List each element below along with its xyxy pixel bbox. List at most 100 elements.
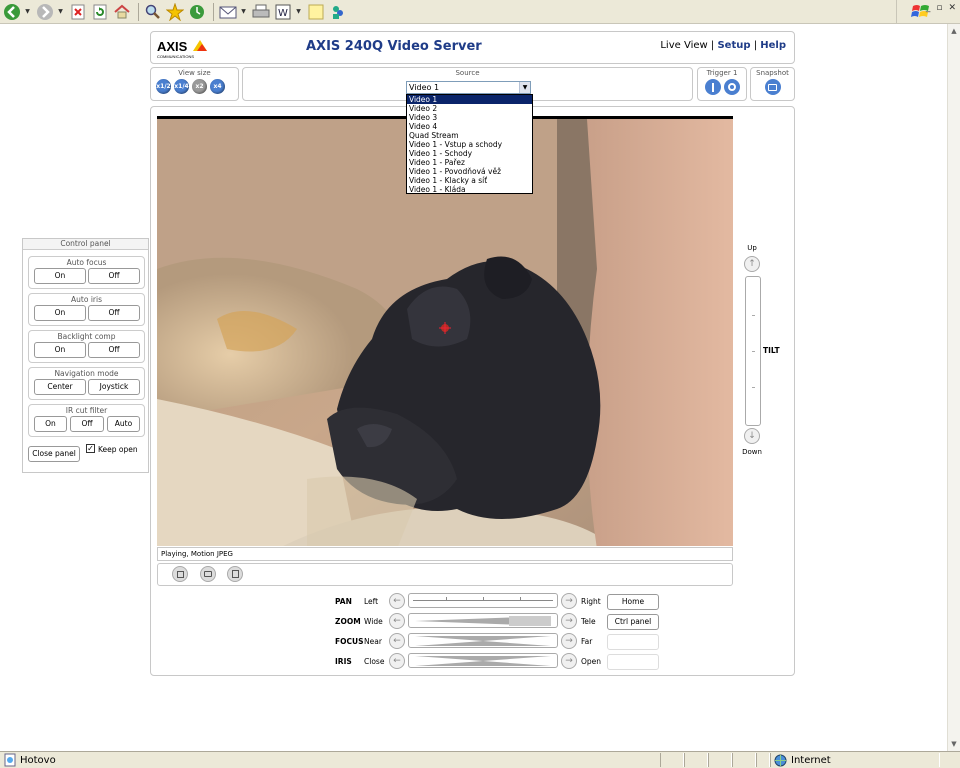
empty-button [607, 654, 659, 670]
zoom-tele-icon[interactable]: → [561, 613, 577, 629]
focus-near-icon[interactable]: ← [389, 633, 405, 649]
view-size-quarter-button[interactable]: x1/4 [174, 79, 189, 94]
center-button[interactable]: Center [34, 379, 86, 395]
chevron-down-icon[interactable]: ▼ [519, 82, 530, 93]
view-size-x2-button[interactable]: x2 [192, 79, 207, 94]
mail-dropdown-icon[interactable]: ▼ [240, 8, 247, 15]
tilt-up-label: Up [747, 244, 757, 252]
logo-text: AXIS [157, 39, 188, 54]
source-option[interactable]: Video 1 - Kláda [407, 185, 532, 194]
back-icon[interactable] [2, 2, 22, 22]
joystick-button[interactable]: Joystick [88, 379, 140, 395]
snapshot-icon[interactable] [200, 566, 216, 582]
source-select[interactable]: Video 1 ▼ [406, 81, 531, 94]
source-option[interactable]: Video 1 [407, 95, 532, 104]
close-panel-button[interactable]: Close panel [28, 446, 80, 462]
nav-live-view[interactable]: Live View [660, 40, 707, 51]
source-option[interactable]: Video 3 [407, 113, 532, 122]
status-cell [708, 753, 732, 767]
auto-iris-off-button[interactable]: Off [88, 305, 140, 321]
zoom-label: ZOOM [335, 617, 361, 626]
record-icon[interactable] [227, 566, 243, 582]
ir-on-button[interactable]: On [34, 416, 67, 432]
trigger-off-icon[interactable] [723, 79, 740, 95]
ir-cut-filter-group: IR cut filter On Off Auto [28, 404, 145, 437]
status-cell [660, 753, 684, 767]
source-option[interactable]: Video 1 - Klacky a síť [407, 176, 532, 185]
empty-button [607, 634, 659, 650]
focus-far-icon[interactable]: → [561, 633, 577, 649]
focus-far-label: Far [581, 637, 593, 646]
pan-slider[interactable] [408, 593, 558, 608]
keep-open-checkbox[interactable]: ✓ [86, 444, 95, 453]
trigger-panel: Trigger 1 [697, 67, 747, 101]
source-label: Source [455, 69, 480, 77]
source-option[interactable]: Quad Stream [407, 131, 532, 140]
iris-open-label: Open [581, 657, 602, 666]
zoom-tele-label: Tele [581, 617, 596, 626]
pan-right-icon[interactable]: → [561, 593, 577, 609]
minimize-icon[interactable]: _ [926, 3, 931, 13]
navigation-mode-title: Navigation mode [54, 369, 119, 378]
close-icon[interactable]: ✕ [948, 3, 956, 13]
ctrl-panel-button[interactable]: Ctrl panel [607, 614, 659, 630]
view-size-x4-button[interactable]: x4 [210, 79, 225, 94]
search-icon[interactable] [143, 2, 163, 22]
trigger-on-icon[interactable] [704, 79, 721, 95]
home-icon[interactable] [112, 2, 132, 22]
auto-focus-group: Auto focus On Off [28, 256, 145, 289]
forward-icon[interactable] [35, 2, 55, 22]
iris-close-icon[interactable]: ← [389, 653, 405, 669]
tilt-down-icon[interactable]: ↓ [744, 428, 760, 444]
home-button[interactable]: Home [607, 594, 659, 610]
auto-iris-group: Auto iris On Off [28, 293, 145, 326]
nav-help[interactable]: Help [760, 40, 786, 51]
iris-slider[interactable] [408, 653, 558, 668]
back-dropdown-icon[interactable]: ▼ [24, 8, 31, 15]
ir-auto-button[interactable]: Auto [107, 416, 140, 432]
pan-left-label: Left [364, 597, 379, 606]
nav-setup[interactable]: Setup [717, 40, 750, 51]
history-icon[interactable] [187, 2, 207, 22]
source-option[interactable]: Video 1 - Vstup a schody [407, 140, 532, 149]
print-icon[interactable] [251, 2, 271, 22]
auto-iris-on-button[interactable]: On [34, 305, 86, 321]
pan-left-icon[interactable]: ← [389, 593, 405, 609]
favorites-icon[interactable] [165, 2, 185, 22]
backlight-on-button[interactable]: On [34, 342, 86, 358]
edit-dropdown-icon[interactable]: ▼ [295, 8, 302, 15]
messenger-icon[interactable] [328, 2, 348, 22]
restore-icon[interactable]: ▫ [936, 3, 942, 13]
source-dropdown-list[interactable]: Video 1 Video 2 Video 3 Video 4 Quad Stream V… [406, 94, 533, 194]
auto-focus-on-button[interactable]: On [34, 268, 86, 284]
source-option[interactable]: Video 4 [407, 122, 532, 131]
tilt-slider[interactable] [745, 276, 761, 426]
focus-slider[interactable] [408, 633, 558, 648]
ir-off-button[interactable]: Off [70, 416, 104, 432]
mail-icon[interactable] [218, 2, 238, 22]
stop-button[interactable] [172, 566, 188, 582]
vertical-scrollbar[interactable]: ▲ ▼ [947, 24, 960, 751]
edit-icon[interactable]: W [273, 2, 293, 22]
page-icon [4, 753, 16, 767]
refresh-icon[interactable] [90, 2, 110, 22]
discuss-icon[interactable] [306, 2, 326, 22]
source-option[interactable]: Video 1 - Povodňová věž [407, 167, 532, 176]
view-size-half-button[interactable]: x1/2 [156, 79, 171, 94]
scroll-up-icon[interactable]: ▲ [948, 24, 960, 38]
forward-dropdown-icon[interactable]: ▼ [57, 8, 64, 15]
zoom-slider[interactable] [408, 613, 558, 628]
source-option[interactable]: Video 1 - Pařez [407, 158, 532, 167]
tilt-up-icon[interactable]: ↑ [744, 256, 760, 272]
source-option[interactable]: Video 1 - Schody [407, 149, 532, 158]
source-option[interactable]: Video 2 [407, 104, 532, 113]
camera-icon[interactable] [764, 79, 781, 95]
zoom-wide-icon[interactable]: ← [389, 613, 405, 629]
scroll-down-icon[interactable]: ▼ [948, 737, 960, 751]
snapshot-label: Snapshot [756, 69, 789, 77]
stop-icon[interactable] [68, 2, 88, 22]
auto-focus-off-button[interactable]: Off [88, 268, 140, 284]
backlight-off-button[interactable]: Off [88, 342, 140, 358]
video-status-text: Playing, Motion JPEG [161, 550, 233, 558]
iris-open-icon[interactable]: → [561, 653, 577, 669]
